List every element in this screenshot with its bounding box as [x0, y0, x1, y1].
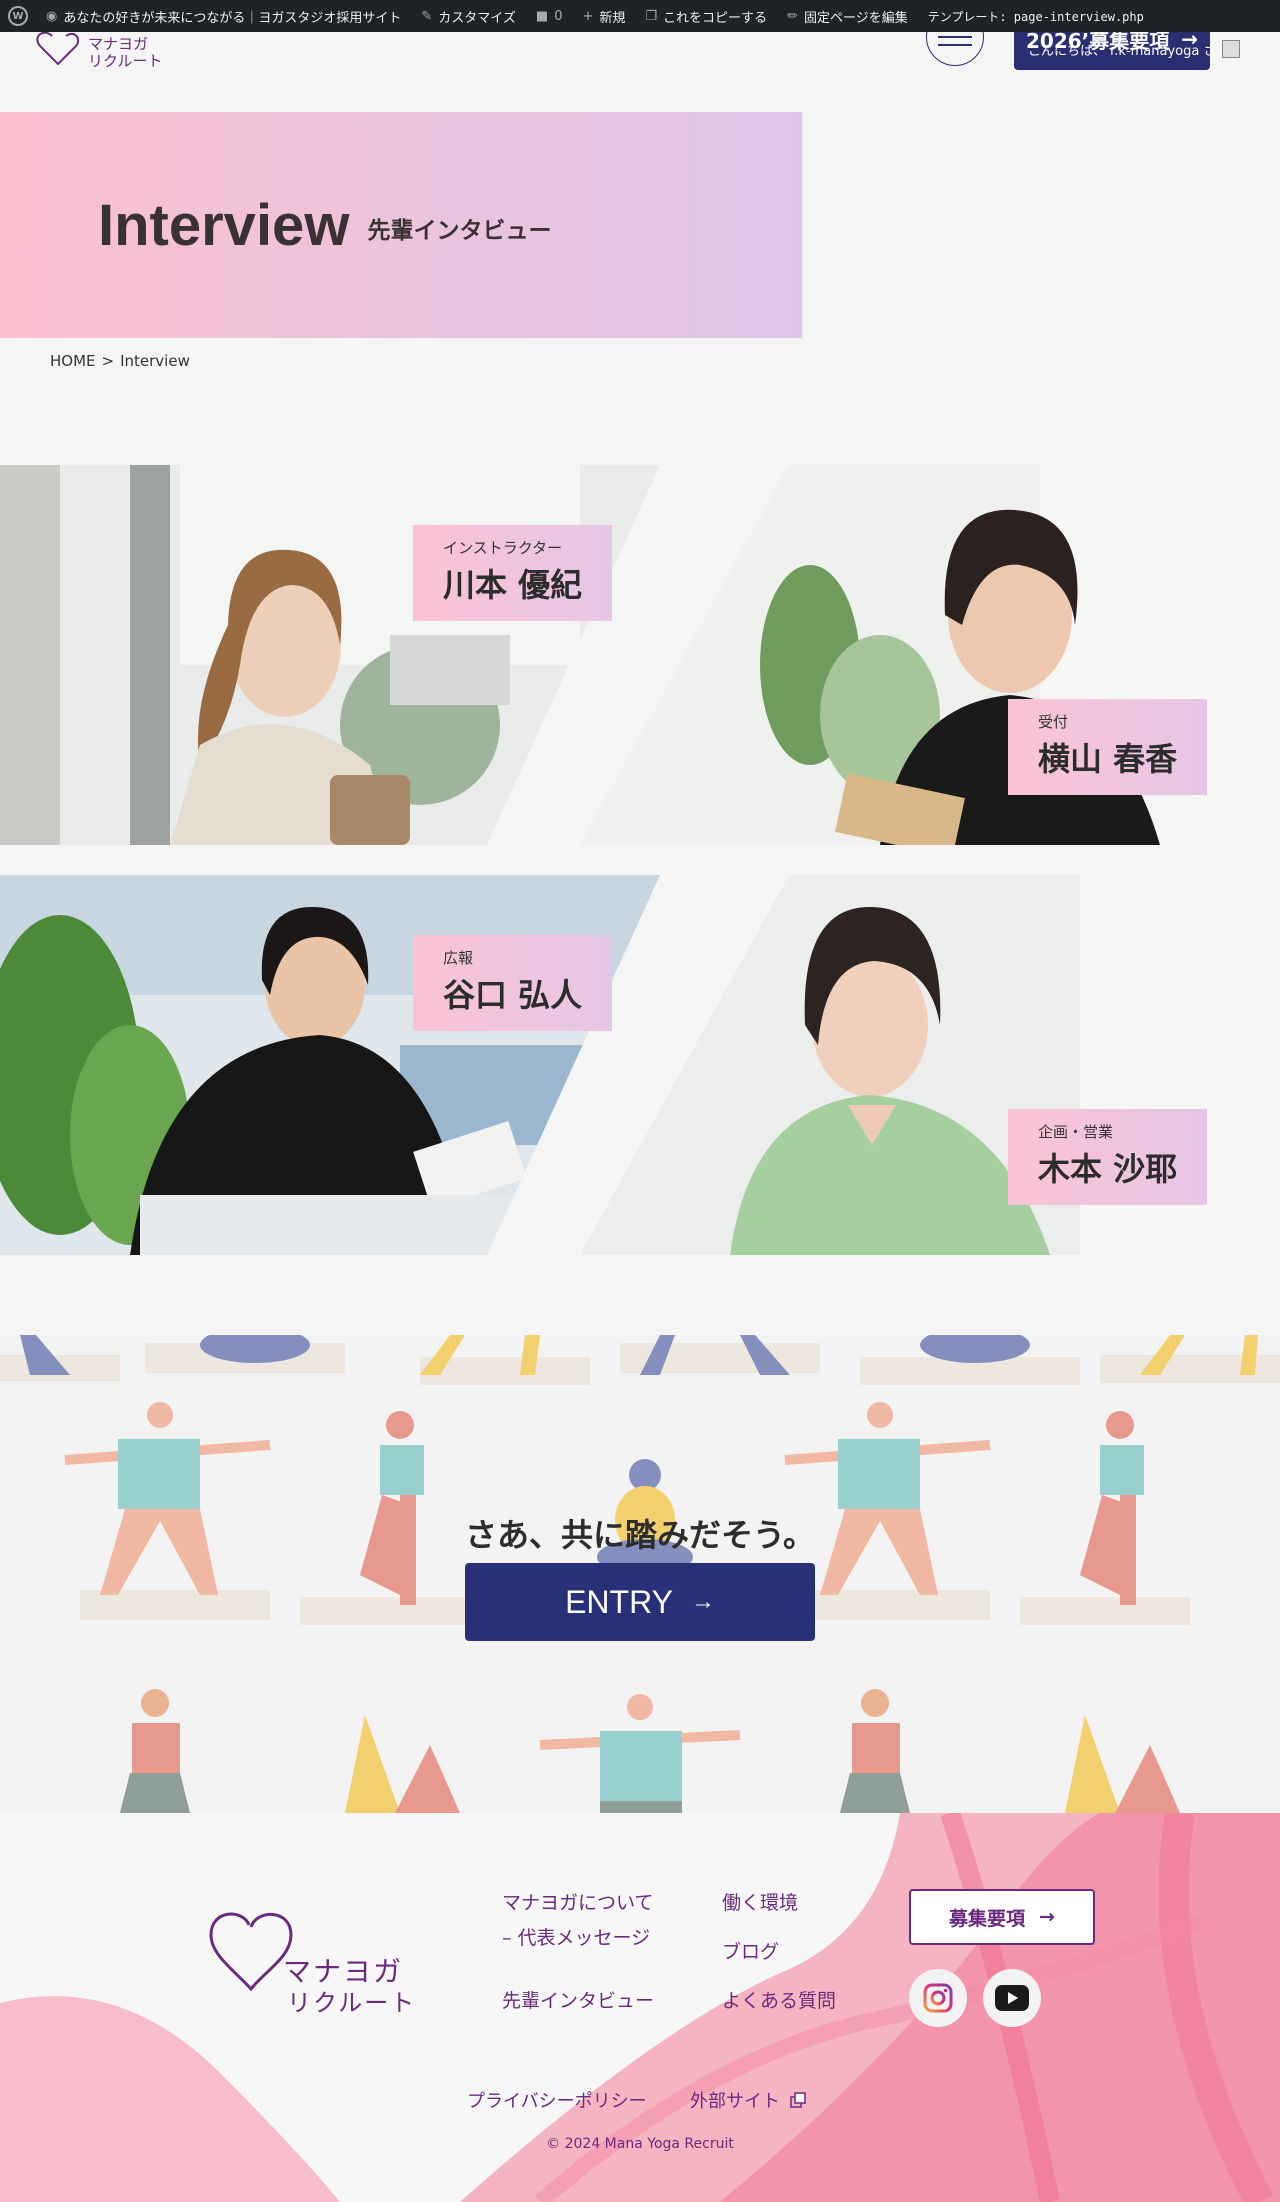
external-site-label: 外部サイト — [690, 2091, 780, 2112]
site-footer: マナヨガ リクルート マナヨガについて – 代表メッセージ 先輩インタビュー 働… — [0, 1813, 1280, 2202]
plus-icon: + — [582, 8, 594, 24]
interview-name: 木本 沙耶 — [1038, 1150, 1178, 1188]
footer-nav-blog[interactable]: ブログ — [722, 1938, 779, 1967]
interview-role: 広報 — [443, 949, 474, 967]
user-avatar[interactable] — [1222, 40, 1240, 58]
footer-logo-text: マナヨガ リクルート — [283, 1955, 416, 2017]
interview-role: 企画・営業 — [1038, 1123, 1114, 1141]
instagram-icon — [923, 1983, 953, 2013]
footer-logo-line2: リクルート — [287, 1988, 417, 2017]
footer-nav-about-line1: マナヨガについて — [502, 1892, 654, 1914]
copyright: © 2024 Mana Yoga Recruit — [546, 2136, 734, 2152]
name-card: インストラクター 川本 優紀 — [413, 525, 613, 621]
footer-nav-faq[interactable]: よくある質問 — [722, 1987, 836, 2016]
entry-catchphrase: さあ、共に踏みだそう。 — [464, 1516, 816, 1554]
name-card: 企画・営業 木本 沙耶 — [1008, 1109, 1208, 1205]
logo-heart-icon — [209, 1912, 293, 1992]
admin-comments[interactable]: ■ 0 — [526, 0, 573, 32]
admin-new[interactable]: + 新規 — [572, 0, 635, 32]
header-logo-line2: リクルート — [88, 51, 163, 70]
entry-button[interactable]: ENTRY → — [465, 1563, 815, 1641]
interview-row: 広報 谷口 弘人 企画・営業 木本 沙耶 — [0, 875, 1280, 1255]
admin-customize[interactable]: ✎ カスタマイズ — [411, 0, 526, 32]
admin-site-name-label: あなたの好きが未来につながる｜ヨガスタジオ採用サイト — [63, 10, 402, 26]
admin-bar: W ◉ あなたの好きが未来につながる｜ヨガスタジオ採用サイト ✎ カスタマイズ … — [0, 0, 1280, 32]
admin-template[interactable]: テンプレート: page-interview.php — [918, 0, 1154, 32]
admin-new-label: 新規 — [599, 10, 626, 26]
arrow-right-icon: → — [690, 1588, 715, 1615]
breadcrumb-home[interactable]: HOME — [50, 352, 96, 370]
name-card: 受付 横山 春香 — [1008, 699, 1208, 795]
wordpress-icon: W — [8, 6, 28, 26]
footer-logo[interactable]: マナヨガ リクルート — [205, 1905, 425, 2035]
arrow-right-icon: → — [1039, 1906, 1055, 1928]
footer-nav-about[interactable]: マナヨガについて – 代表メッセージ — [502, 1889, 653, 1952]
admin-copy[interactable]: ❐ これをコピーする — [635, 0, 777, 32]
header-logo-line1: マナヨガ — [88, 35, 149, 53]
interview-role: 受付 — [1038, 713, 1069, 731]
interview-name: 谷口 弘人 — [443, 976, 583, 1014]
page-hero: Interview 先輩インタビュー — [0, 112, 802, 338]
hamburger-line — [938, 44, 972, 46]
admin-greeting[interactable]: こんにちは、 r.k-manayoga さん — [1028, 40, 1229, 59]
hamburger-line — [938, 36, 972, 38]
footer-logo-line1: マナヨガ — [283, 1955, 404, 1988]
pencil-icon: ✏ — [787, 8, 798, 24]
header-logo-text: マナヨガ リクルート — [88, 36, 163, 69]
footer-nav-environment[interactable]: 働く環境 — [722, 1889, 798, 1918]
entry-button-label: ENTRY — [565, 1583, 673, 1620]
breadcrumb: HOME > Interview — [50, 352, 190, 370]
page-subtitle: 先輩インタビュー — [367, 218, 552, 244]
name-card: 広報 谷口 弘人 — [413, 935, 613, 1031]
interview-photo-taniguchi — [0, 875, 660, 1255]
admin-copy-label: これをコピーする — [663, 10, 768, 26]
interview-name: 横山 春香 — [1038, 740, 1178, 778]
interview-card-taniguchi[interactable] — [0, 875, 660, 1255]
instagram-link[interactable] — [909, 1969, 967, 2027]
breadcrumb-current: Interview — [120, 352, 190, 370]
interview-name: 川本 優紀 — [443, 566, 583, 604]
interview-photo-kawamoto — [0, 465, 660, 845]
external-site-link[interactable]: 外部サイト — [690, 2087, 806, 2113]
interview-card-kawamoto[interactable] — [0, 465, 660, 845]
admin-comments-count: 0 — [554, 8, 563, 24]
admin-edit-label: 固定ページを編集 — [803, 10, 908, 26]
page-title: Interview — [98, 192, 350, 258]
copy-icon: ❐ — [645, 8, 658, 24]
admin-edit-page[interactable]: ✏ 固定ページを編集 — [777, 0, 918, 32]
admin-site-name[interactable]: ◉ あなたの好きが未来につながる｜ヨガスタジオ採用サイト — [36, 0, 411, 32]
admin-customize-label: カスタマイズ — [438, 10, 516, 26]
interview-role: インストラクター — [443, 539, 563, 557]
brush-icon: ✎ — [421, 8, 433, 24]
footer-recruit-button[interactable]: 募集要項 → — [909, 1889, 1095, 1945]
footer-recruit-label: 募集要項 — [949, 1907, 1026, 1930]
wordpress-logo-menu[interactable]: W — [0, 0, 36, 32]
entry-section: さあ、共に踏みだそう。 ENTRY → — [0, 1335, 1280, 1813]
external-link-icon — [790, 2092, 806, 2108]
admin-template-label: テンプレート: page-interview.php — [927, 9, 1144, 24]
youtube-icon — [995, 1985, 1029, 2011]
comment-icon: ■ — [535, 8, 549, 24]
youtube-link[interactable] — [983, 1969, 1041, 2027]
dashboard-icon: ◉ — [46, 8, 58, 24]
breadcrumb-separator: > — [101, 352, 115, 370]
footer-nav-about-line2: – 代表メッセージ — [502, 1926, 651, 1949]
interview-row: インストラクター 川本 優紀 受付 横山 春香 — [0, 465, 1280, 845]
privacy-policy-link[interactable]: プライバシーポリシー — [467, 2087, 647, 2113]
footer-nav-interview[interactable]: 先輩インタビュー — [502, 1987, 654, 2016]
